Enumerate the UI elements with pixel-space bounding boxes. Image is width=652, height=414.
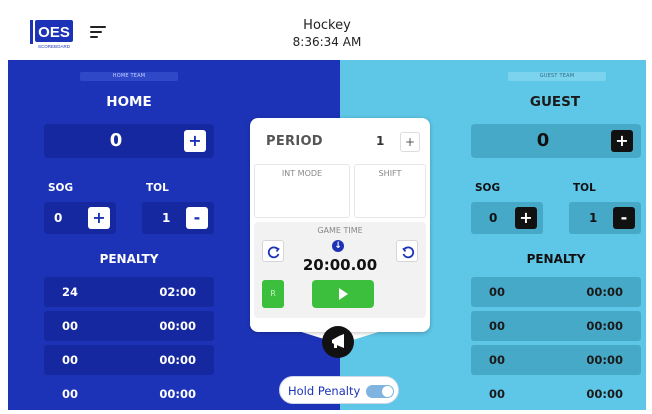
guest-sog-label: SOG bbox=[475, 182, 501, 194]
home-penalty-row[interactable]: 00 00:00 bbox=[44, 379, 214, 409]
home-tol-value[interactable]: 1 bbox=[162, 202, 170, 234]
toggle-knob bbox=[382, 386, 393, 397]
guest-team-tag: GUEST TEAM bbox=[508, 72, 606, 81]
home-sog-plus-button[interactable]: + bbox=[88, 207, 110, 229]
guest-sog-box: 0 + bbox=[471, 202, 543, 234]
home-team-name[interactable]: HOME bbox=[44, 94, 214, 110]
guest-score-plus-button[interactable]: + bbox=[611, 130, 633, 152]
clock-time: 8:36:34 AM bbox=[292, 35, 362, 49]
guest-sog-plus-button[interactable]: + bbox=[515, 207, 537, 229]
scoreboard-app: OES SCOREBOARD Hockey 8:36:34 AM HOME TE… bbox=[8, 8, 646, 410]
home-penalty-title: PENALTY bbox=[99, 252, 159, 266]
home-score-value[interactable]: 0 bbox=[44, 124, 188, 158]
penalty-player-number: 00 bbox=[62, 387, 79, 401]
penalty-player-number: 00 bbox=[489, 353, 506, 367]
home-penalty-row[interactable]: 24 02:00 bbox=[44, 277, 214, 307]
penalty-time: 00:00 bbox=[586, 353, 623, 367]
guest-penalty-row[interactable]: 00 00:00 bbox=[471, 379, 641, 409]
home-penalty-row[interactable]: 00 00:00 bbox=[44, 311, 214, 341]
penalty-player-number: 00 bbox=[489, 319, 506, 333]
guest-team-name[interactable]: GUEST bbox=[470, 94, 640, 110]
penalty-time: 00:00 bbox=[586, 387, 623, 401]
guest-score-box: 0 + bbox=[471, 124, 641, 158]
time-adjust-icon[interactable]: ↓ bbox=[332, 240, 344, 252]
period-row: PERIOD 1 + bbox=[250, 128, 430, 158]
guest-tol-value[interactable]: 1 bbox=[589, 202, 597, 234]
shift-box[interactable]: SHIFT bbox=[354, 164, 426, 218]
penalty-time: 02:00 bbox=[159, 285, 196, 299]
home-sog-value[interactable]: 0 bbox=[54, 202, 62, 234]
home-team-tag: HOME TEAM bbox=[80, 72, 178, 81]
penalty-player-number: 00 bbox=[62, 319, 79, 333]
home-tol-label: TOL bbox=[146, 182, 169, 194]
guest-score-value[interactable]: 0 bbox=[471, 124, 615, 158]
guest-sog-value[interactable]: 0 bbox=[489, 202, 497, 234]
game-control-card: PERIOD 1 + INT MODE SHIFT GAME TIME ↓ 20… bbox=[250, 118, 430, 332]
reset-button[interactable]: R bbox=[262, 280, 284, 308]
penalty-time: 00:00 bbox=[586, 285, 623, 299]
home-penalty-row[interactable]: 00 00:00 bbox=[44, 345, 214, 375]
penalty-player-number: 00 bbox=[489, 387, 506, 401]
int-mode-box[interactable]: INT MODE bbox=[254, 164, 350, 218]
guest-penalty-row[interactable]: 00 00:00 bbox=[471, 311, 641, 341]
shift-label: SHIFT bbox=[378, 169, 402, 178]
play-icon bbox=[339, 288, 348, 300]
period-value[interactable]: 1 bbox=[376, 134, 384, 148]
game-time-box: GAME TIME ↓ 20:00.00 R bbox=[254, 222, 426, 318]
penalty-time: 00:00 bbox=[159, 387, 196, 401]
penalty-time: 00:00 bbox=[159, 353, 196, 367]
game-time-value[interactable]: 20:00.00 bbox=[254, 256, 426, 274]
top-bar: OES SCOREBOARD Hockey 8:36:34 AM bbox=[8, 8, 646, 60]
megaphone-icon bbox=[332, 334, 344, 348]
period-label: PERIOD bbox=[266, 134, 323, 149]
period-plus-button[interactable]: + bbox=[400, 132, 420, 152]
play-button[interactable] bbox=[312, 280, 374, 308]
penalty-player-number: 00 bbox=[489, 285, 506, 299]
game-time-label: GAME TIME bbox=[317, 226, 363, 235]
int-mode-label: INT MODE bbox=[281, 169, 323, 178]
hold-penalty-label: Hold Penalty bbox=[288, 384, 361, 398]
guest-penalty-row[interactable]: 00 00:00 bbox=[471, 345, 641, 375]
home-score-plus-button[interactable]: + bbox=[184, 130, 206, 152]
home-tol-minus-button[interactable]: - bbox=[186, 207, 208, 229]
guest-tol-label: TOL bbox=[573, 182, 596, 194]
home-sog-label: SOG bbox=[48, 182, 74, 194]
penalty-player-number: 24 bbox=[62, 285, 79, 299]
guest-penalty-row[interactable]: 00 00:00 bbox=[471, 277, 641, 307]
guest-tol-minus-button[interactable]: - bbox=[613, 207, 635, 229]
penalty-time: 00:00 bbox=[159, 319, 196, 333]
hold-penalty-toggle[interactable]: Hold Penalty bbox=[279, 376, 399, 404]
home-tol-box: 1 - bbox=[142, 202, 214, 234]
guest-penalty-title: PENALTY bbox=[526, 252, 586, 266]
penalty-time: 00:00 bbox=[586, 319, 623, 333]
penalty-player-number: 00 bbox=[62, 353, 79, 367]
horn-button[interactable] bbox=[322, 326, 354, 358]
home-sog-box: 0 + bbox=[44, 202, 116, 234]
sport-title: Hockey bbox=[303, 18, 351, 33]
home-score-box: 0 + bbox=[44, 124, 214, 158]
hold-penalty-switch[interactable] bbox=[366, 385, 394, 398]
guest-tol-box: 1 - bbox=[569, 202, 641, 234]
